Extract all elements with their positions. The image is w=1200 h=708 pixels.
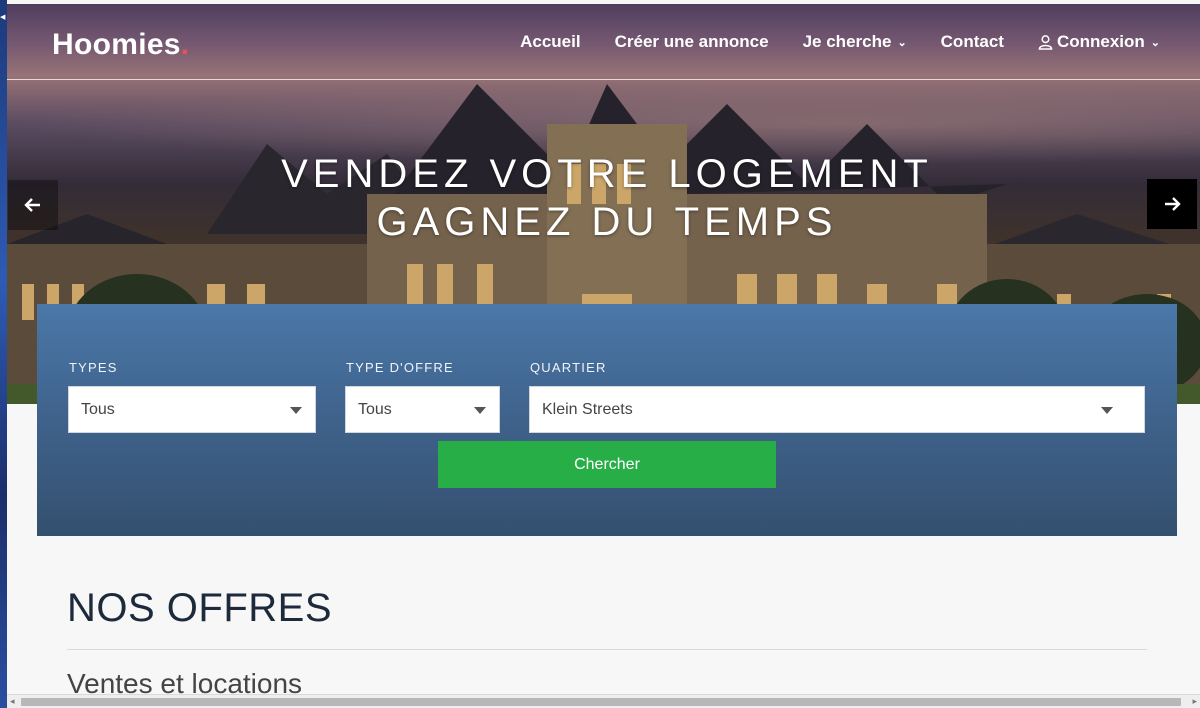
offers-divider (67, 649, 1147, 650)
chevron-down-icon: ⌄ (1150, 36, 1160, 49)
nav-accueil[interactable]: Accueil (520, 32, 580, 52)
types-select[interactable]: Tous (68, 386, 316, 433)
top-navbar: Hoomies. Accueil Créer une annonce Je ch… (7, 4, 1200, 80)
hero-headline: VENDEZ VOTRE LOGEMENT GAGNEZ DU TEMPS (7, 150, 1200, 246)
scrollbar-thumb[interactable] (21, 698, 1181, 706)
hero-headline-line1: VENDEZ VOTRE LOGEMENT (281, 152, 933, 196)
desktop-edge: ◀ (0, 0, 7, 708)
scroll-right-icon[interactable]: ▸ (1192, 696, 1197, 707)
arrow-left-icon (24, 198, 40, 212)
district-label: QUARTIER (530, 360, 607, 375)
arrow-right-icon (1165, 197, 1181, 211)
nav-creer-annonce[interactable]: Créer une annonce (615, 32, 769, 52)
types-label: TYPES (69, 360, 118, 375)
hero-headline-line2: GAGNEZ DU TEMPS (376, 200, 838, 244)
search-panel: TYPES Tous TYPE D'OFFRE Tous QUARTIER Kl… (37, 304, 1177, 536)
offer-type-label: TYPE D'OFFRE (346, 360, 454, 375)
carousel-prev-button[interactable] (8, 180, 58, 230)
offer-type-select[interactable]: Tous (345, 386, 500, 433)
nav-connexion[interactable]: Connexion ⌄ (1038, 32, 1160, 52)
user-icon (1038, 35, 1053, 50)
brand-dot: . (180, 28, 190, 61)
desktop-marker-icon: ◀ (0, 14, 6, 21)
carousel-next-button[interactable] (1147, 179, 1197, 229)
nav-contact[interactable]: Contact (941, 32, 1004, 52)
district-select[interactable]: Klein Streets (529, 386, 1145, 433)
caret-down-icon (290, 407, 302, 414)
nav-je-cherche[interactable]: Je cherche ⌄ (803, 32, 907, 52)
horizontal-scrollbar[interactable]: ◂ ▸ (7, 694, 1200, 708)
offers-section: NOS OFFRES Ventes et locations (67, 586, 1147, 700)
caret-down-icon (474, 407, 486, 414)
brand-logo[interactable]: Hoomies. (52, 28, 189, 62)
search-button[interactable]: Chercher (438, 441, 776, 488)
scroll-left-icon[interactable]: ◂ (10, 696, 15, 707)
main-nav: Accueil Créer une annonce Je cherche ⌄ Co… (520, 32, 1160, 52)
chevron-down-icon: ⌄ (897, 36, 907, 49)
caret-down-icon (1101, 407, 1113, 414)
offers-title: NOS OFFRES (67, 586, 333, 630)
